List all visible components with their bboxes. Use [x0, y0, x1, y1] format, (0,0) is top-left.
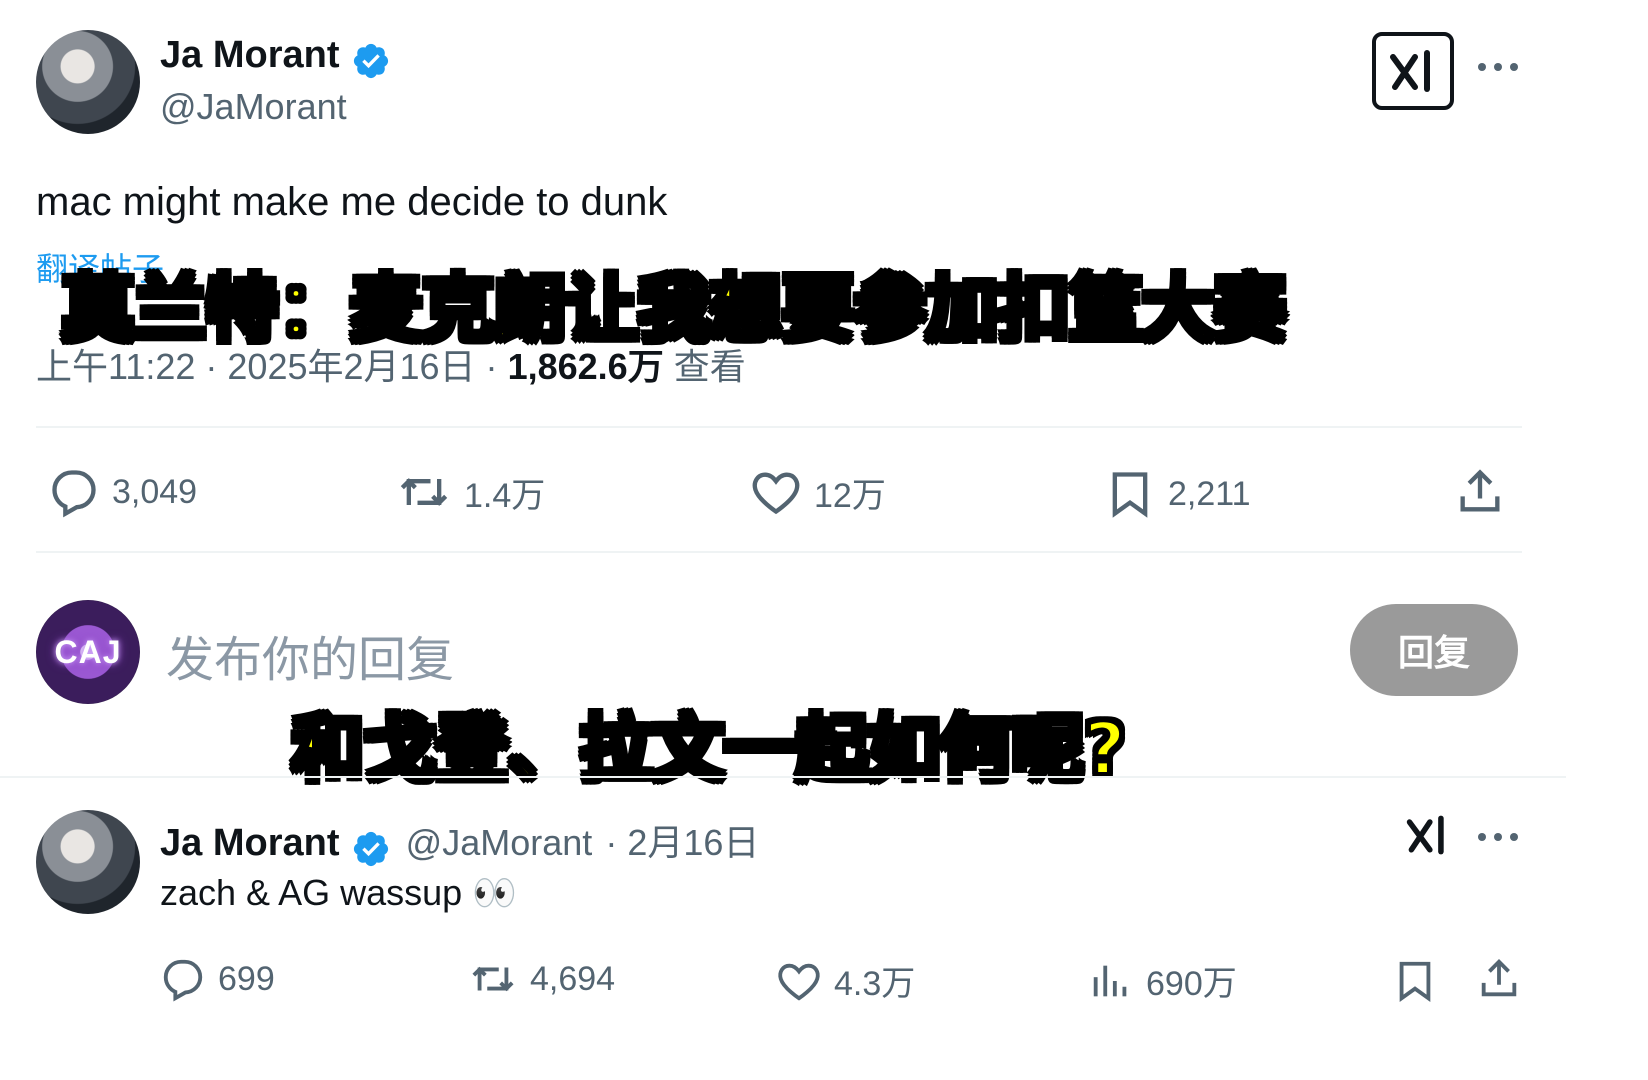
reply-like-button[interactable]: 4.3万: [776, 956, 915, 1005]
grok-icon[interactable]: [1404, 812, 1452, 862]
verified-badge-icon: [351, 829, 391, 873]
divider-top: [36, 426, 1522, 428]
author-name[interactable]: Ja Morant: [160, 34, 339, 76]
reply-reply-count: 699: [218, 959, 275, 998]
verified-badge-icon: [351, 41, 391, 85]
reply-icon: [163, 959, 203, 1002]
reply-submit-button[interactable]: 回复: [1350, 604, 1518, 696]
author-handle[interactable]: @JaMorant: [160, 86, 347, 128]
repost-icon: [400, 478, 448, 506]
reply-icon: [52, 470, 96, 518]
like-count: 12万: [814, 476, 886, 515]
bookmark-count: 2,211: [1168, 474, 1251, 513]
share-icon: [1481, 959, 1517, 997]
views-count: 1,862.6万: [507, 346, 664, 387]
bookmark-button[interactable]: 2,211: [1104, 466, 1251, 522]
reply-reply-button[interactable]: 699: [160, 956, 275, 1002]
reply-author-avatar[interactable]: [36, 810, 140, 914]
reply-views-count: 690万: [1146, 965, 1237, 1003]
reply-count: 3,049: [112, 472, 198, 511]
bookmark-icon: [1112, 472, 1148, 518]
like-button[interactable]: 12万: [750, 466, 886, 518]
share-icon: [1460, 469, 1500, 512]
divider-bottom: [0, 776, 1566, 778]
reply-repost-count: 4,694: [530, 959, 616, 998]
more-icon[interactable]: [1478, 833, 1518, 841]
divider-mid: [36, 551, 1522, 553]
avatar-text: CAJ: [54, 633, 122, 670]
reply-input[interactable]: 发布你的回复: [166, 620, 454, 690]
like-icon: [752, 472, 800, 515]
user-avatar[interactable]: CAJ: [36, 600, 140, 704]
reply-share-button[interactable]: [1476, 956, 1522, 1002]
share-button[interactable]: [1454, 466, 1506, 518]
tweet-meta: 上午11:22 · 2025年2月16日 · 1,862.6万 查看: [36, 338, 746, 390]
reply-button[interactable]: 3,049: [48, 466, 197, 518]
reply-author-handle[interactable]: @JaMorant: [406, 822, 593, 863]
views-icon: [1093, 965, 1127, 996]
author-header: Ja Morant: [160, 34, 391, 85]
reply-repost-button[interactable]: 4,694: [468, 956, 615, 1002]
grok-icon[interactable]: [1372, 32, 1454, 110]
reply-author-name[interactable]: Ja Morant: [160, 822, 339, 864]
tweet-text: mac might make me decide to dunk: [36, 180, 668, 224]
reply-date[interactable]: · 2月16日: [605, 822, 759, 863]
reply-views-button[interactable]: 690万: [1088, 956, 1237, 1005]
views-label: 查看: [673, 346, 746, 387]
reply-bookmark-button[interactable]: [1392, 956, 1438, 1006]
reply-author-header: Ja Morant @JaMorant · 2月16日: [160, 814, 759, 873]
caption-bottom: 和戈登、拉文一起如何呢?: [290, 705, 1128, 793]
timestamp[interactable]: 上午11:22 · 2025年2月16日 ·: [36, 346, 498, 387]
author-avatar[interactable]: [36, 30, 140, 134]
reply-tweet-text: zach & AG wassup 👀: [160, 872, 517, 913]
reply-like-count: 4.3万: [834, 965, 916, 1003]
more-icon[interactable]: [1478, 63, 1518, 71]
repost-button[interactable]: 1.4万: [396, 466, 545, 518]
like-icon: [778, 963, 820, 1001]
repost-count: 1.4万: [464, 476, 546, 515]
repost-icon: [472, 966, 514, 992]
bookmark-icon: [1399, 961, 1431, 1002]
